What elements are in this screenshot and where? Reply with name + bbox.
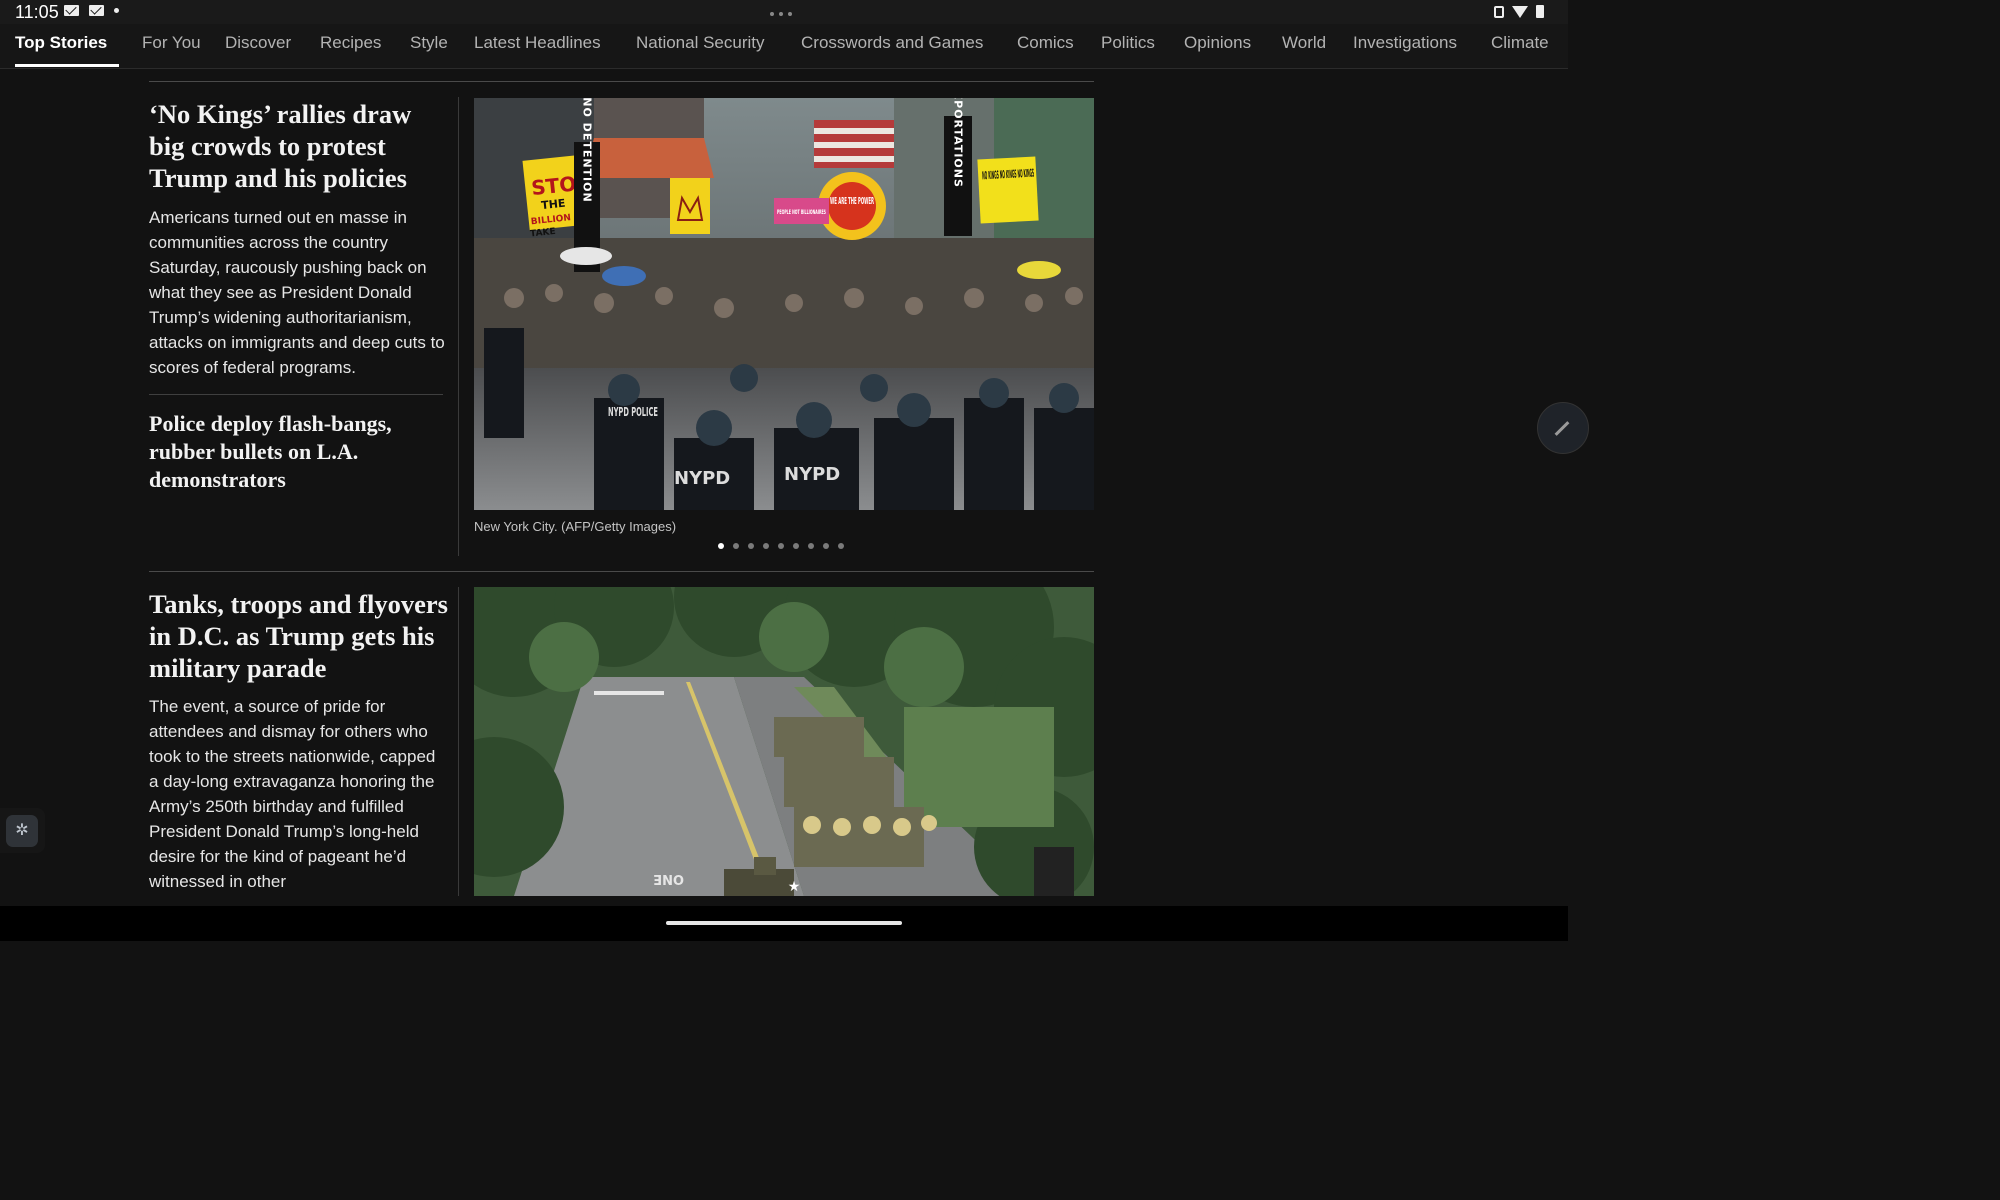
status-time: 11:05 [15, 2, 59, 22]
lead-photo-caption: New York City. (AFP/Getty Images) [474, 519, 677, 534]
column-divider [458, 97, 459, 556]
brightness-icon[interactable]: ✲ [6, 815, 38, 847]
tab-opinions[interactable]: Opinions [1184, 33, 1251, 53]
battery-icon [1536, 5, 1544, 18]
sign-we-are-the-power: WE ARE THE POWER [830, 196, 874, 207]
home-gesture-handle[interactable] [666, 921, 902, 925]
tab-discover[interactable]: Discover [225, 33, 291, 53]
tab-national-security[interactable]: National Security [636, 33, 765, 53]
related-story-headline[interactable]: Police deploy flash-bangs, rubber bullet… [149, 410, 449, 494]
active-tab-indicator [15, 64, 119, 67]
sign-nypd-police: NYPD POLICE [608, 405, 658, 419]
mail-icon [64, 5, 79, 16]
side-toolbar: ✲ [0, 808, 45, 853]
second-story-photo[interactable]: ★ ONE [474, 587, 1094, 896]
second-story-summary[interactable]: The event, a source of pride for attende… [149, 694, 449, 894]
lead-story-headline[interactable]: ‘No Kings’ rallies draw big crowds to pr… [149, 98, 449, 194]
carousel-dot[interactable] [793, 543, 799, 549]
tab-comics[interactable]: Comics [1017, 33, 1074, 53]
wifi-icon [1512, 5, 1528, 18]
status-left-icons [64, 5, 119, 16]
sign-nypd: NYPD [674, 468, 730, 489]
section-divider [149, 571, 1094, 572]
lead-story-photo[interactable]: STOP THE BILLION TAKE NO DETENTION NO DE… [474, 98, 1094, 510]
tab-politics[interactable]: Politics [1101, 33, 1155, 53]
carousel-dot[interactable] [763, 543, 769, 549]
section-divider [149, 81, 1094, 82]
notification-dot-icon [114, 8, 119, 13]
sign-no-detention: NO DETENTION [581, 98, 594, 203]
protest-photo-image: STOP THE BILLION TAKE NO DETENTION NO DE… [474, 98, 1094, 510]
sign-the: THE [541, 197, 566, 212]
carousel-dot[interactable] [838, 543, 844, 549]
column-divider [458, 587, 459, 896]
tab-latest-headlines[interactable]: Latest Headlines [474, 33, 601, 53]
road-marking-text: ONE [653, 871, 684, 886]
status-right-icons [1494, 5, 1544, 18]
carousel-dot[interactable] [823, 543, 829, 549]
tab-crosswords-and-games[interactable]: Crosswords and Games [801, 33, 983, 53]
status-bar: 11:05 [0, 0, 1568, 24]
vibrate-icon [1494, 5, 1504, 18]
tab-climate[interactable]: Climate [1491, 33, 1549, 53]
sign-no-deportations: NO DEPORTATIONS [952, 98, 965, 188]
military-parade-photo-image: ★ ONE [474, 587, 1094, 896]
carousel-dot[interactable] [733, 543, 739, 549]
carousel-dot[interactable] [748, 543, 754, 549]
story-divider [149, 394, 443, 395]
svg-text:★: ★ [788, 879, 801, 895]
carousel-dot[interactable] [718, 543, 724, 549]
photo-carousel-indicator[interactable] [718, 543, 844, 549]
carousel-dot[interactable] [808, 543, 814, 549]
tab-style[interactable]: Style [410, 33, 448, 53]
carousel-dot[interactable] [778, 543, 784, 549]
sign-no-kings: NO KINGS NO KINGS NO KINGS [982, 167, 1035, 183]
lead-story-summary[interactable]: Americans turned out en masse in communi… [149, 205, 449, 380]
tab-world[interactable]: World [1282, 33, 1326, 53]
sign-people-not-billionaires: PEOPLE NOT BILLIONAIRES [777, 209, 826, 216]
tab-top-stories[interactable]: Top Stories [15, 33, 107, 53]
sign-nypd: NYPD [784, 464, 840, 485]
second-story-headline[interactable]: Tanks, troops and flyovers in D.C. as Tr… [149, 588, 449, 684]
edit-pencil-icon[interactable] [1537, 402, 1589, 454]
tab-recipes[interactable]: Recipes [320, 33, 381, 53]
tab-for-you[interactable]: For You [142, 33, 201, 53]
tab-investigations[interactable]: Investigations [1353, 33, 1457, 53]
system-nav-bar [0, 906, 1568, 941]
section-tab-bar: Top Stories For You Discover Recipes Sty… [0, 24, 1568, 69]
mail-icon [89, 5, 104, 16]
window-handle-icon[interactable] [770, 12, 792, 16]
